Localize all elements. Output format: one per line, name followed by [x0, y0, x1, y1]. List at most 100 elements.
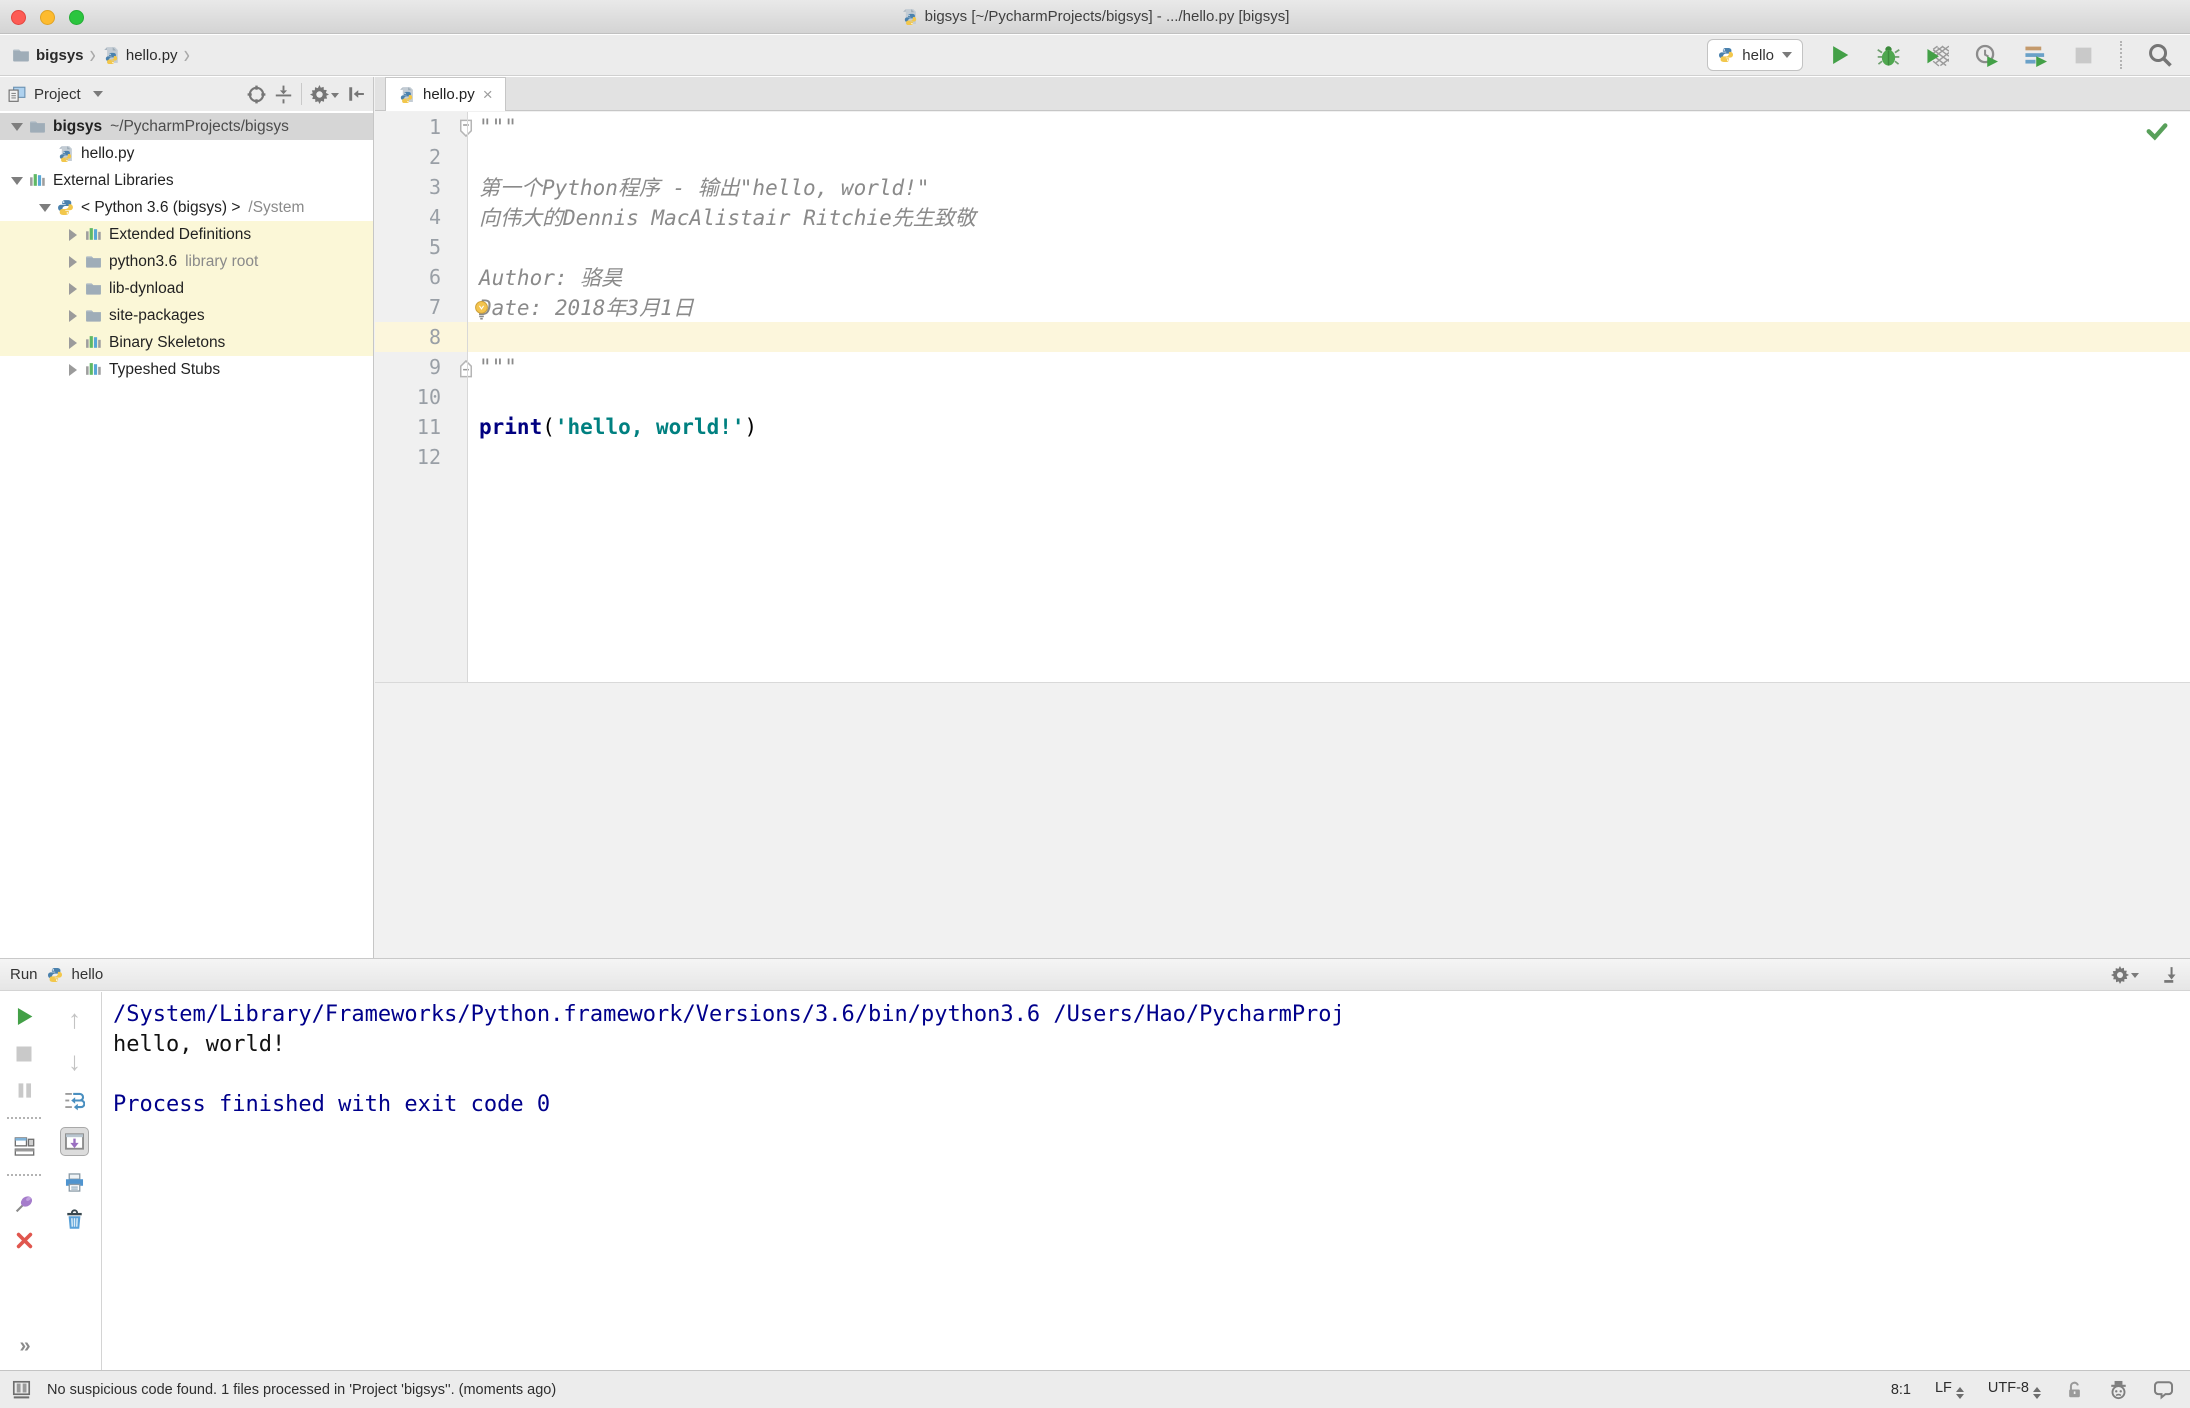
run-left-toolbar: »	[0, 992, 48, 1370]
expanded-arrow-icon[interactable]	[11, 122, 23, 131]
expanded-arrow-icon[interactable]	[11, 176, 23, 185]
intention-bulb-icon[interactable]	[473, 297, 490, 321]
next-occurrence-icon: ↓	[68, 1046, 81, 1076]
collapsed-arrow-icon[interactable]	[69, 363, 77, 376]
encoding-select[interactable]: UTF-8	[1988, 1380, 2041, 1399]
collapsed-arrow-icon[interactable]	[69, 309, 77, 322]
code-line: 3 第一个Python程序 - 输出"hello, world!"	[428, 175, 930, 200]
tree-item-external-libraries[interactable]: External Libraries	[0, 167, 373, 194]
fold-region-end-icon[interactable]	[459, 355, 473, 379]
code-line-current: 8	[375, 322, 2190, 352]
run-configuration-select[interactable]: hello	[1707, 39, 1803, 71]
locate-file-button[interactable]	[247, 84, 266, 104]
close-window-button[interactable]	[11, 10, 26, 25]
python-icon	[56, 199, 74, 216]
tree-item-hello-py[interactable]: hello.py	[0, 140, 373, 167]
restore-layout-button[interactable]	[14, 1136, 35, 1157]
tree-item-extended-definitions[interactable]: Extended Definitions	[0, 221, 373, 248]
tree-item-python-interpreter[interactable]: < Python 3.6 (bigsys) > /System	[0, 194, 373, 221]
tree-item-python36[interactable]: python3.6 library root	[0, 248, 373, 275]
close-tab-icon[interactable]: ×	[483, 85, 493, 105]
search-everywhere-button[interactable]	[2148, 43, 2172, 67]
caret-position[interactable]: 8:1	[1891, 1382, 1911, 1398]
code-line: 9 """	[428, 355, 517, 379]
zoom-window-button[interactable]	[69, 10, 84, 25]
project-view-icon	[8, 86, 26, 102]
tree-item-project-root[interactable]: bigsys ~/PycharmProjects/bigsys	[0, 113, 373, 140]
editor-empty-space	[375, 682, 2190, 958]
pycharm-window: bigsys [~/PycharmProjects/bigsys] - .../…	[0, 0, 2190, 1408]
code-editor[interactable]: 1 """ 2 3 第一个Python程序 - 输出"hello, world!"…	[375, 112, 2190, 682]
collapsed-arrow-icon[interactable]	[69, 282, 77, 295]
collapsed-arrow-icon[interactable]	[69, 228, 77, 241]
code-line: 6 Author: 骆昊	[428, 265, 623, 290]
breadcrumb-project[interactable]: bigsys	[36, 47, 84, 64]
tree-item-lib-dynload[interactable]: lib-dynload	[0, 275, 373, 302]
folder-icon	[84, 280, 102, 297]
hide-panel-button[interactable]	[2162, 965, 2180, 984]
breadcrumb-file[interactable]: hello.py	[126, 47, 178, 64]
hector-inspector-icon[interactable]	[2108, 1379, 2129, 1400]
rerun-button[interactable]	[14, 1006, 35, 1027]
collapsed-arrow-icon[interactable]	[69, 336, 77, 349]
chevron-down-icon	[1782, 52, 1792, 58]
tree-item-typeshed-stubs[interactable]: Typeshed Stubs	[0, 356, 373, 383]
folder-icon	[13, 49, 29, 62]
window-title-text: bigsys [~/PycharmProjects/bigsys] - .../…	[924, 8, 1290, 25]
print-button[interactable]	[64, 1172, 85, 1193]
main-area: Project bigsys ~/PycharmProjects/bigsys	[0, 77, 2190, 958]
collapsed-arrow-icon[interactable]	[69, 255, 77, 268]
minimize-window-button[interactable]	[40, 10, 55, 25]
run-button[interactable]	[1829, 44, 1851, 66]
libraries-icon	[84, 334, 102, 351]
debug-button[interactable]	[1877, 44, 1900, 67]
concurrency-diagram-button[interactable]	[2024, 44, 2047, 67]
run-tool-window: Run hello » ↑ ↓ /System/Library/Framewor…	[0, 958, 2190, 1370]
panel-settings-button[interactable]	[310, 84, 339, 104]
run-console-output[interactable]: /System/Library/Frameworks/Python.framew…	[103, 992, 2190, 1370]
close-panel-button[interactable]	[15, 1231, 34, 1250]
more-options-icon[interactable]: »	[19, 1335, 30, 1358]
run-panel-body: » ↑ ↓ /System/Library/Frameworks/Python.…	[0, 992, 2190, 1370]
clear-all-button[interactable]	[64, 1209, 85, 1230]
event-log-bubble-icon[interactable]	[2153, 1379, 2174, 1400]
code-line: 10	[416, 385, 441, 409]
chevron-right-icon: ›	[183, 40, 190, 70]
tab-hello-py[interactable]: hello.py ×	[385, 77, 506, 111]
stop-button	[14, 1044, 34, 1064]
collapse-all-button[interactable]	[274, 84, 293, 104]
run-with-coverage-button[interactable]	[1926, 44, 1949, 67]
expanded-arrow-icon[interactable]	[39, 203, 51, 212]
inspections-ok-icon[interactable]	[2146, 120, 2168, 142]
updown-arrows-icon	[1955, 1387, 1964, 1399]
scroll-to-end-button[interactable]	[60, 1127, 89, 1156]
run-panel-config-name: hello	[71, 966, 104, 983]
chevron-down-icon[interactable]	[92, 91, 103, 97]
profiler-button[interactable]	[1975, 44, 1998, 67]
toolbar-separator	[301, 83, 302, 105]
line-separator-select[interactable]: LF	[1935, 1380, 1964, 1399]
console-line: Process finished with exit code 0	[113, 1092, 551, 1117]
titlebar: bigsys [~/PycharmProjects/bigsys] - .../…	[0, 0, 2190, 34]
code-line: 1 """	[428, 115, 517, 139]
soft-wrap-button[interactable]	[64, 1090, 85, 1111]
breadcrumb: bigsys › hello.py ›	[0, 42, 190, 68]
unlock-icon[interactable]	[2065, 1380, 2084, 1399]
tree-item-site-packages[interactable]: site-packages	[0, 302, 373, 329]
code-line: 2	[428, 145, 441, 169]
stop-button	[2073, 45, 2094, 66]
pin-tab-button[interactable]	[14, 1193, 35, 1214]
run-panel-settings-button[interactable]	[2111, 965, 2139, 984]
python-icon	[47, 967, 62, 982]
folder-icon	[84, 307, 102, 324]
pause-output-button	[15, 1081, 34, 1100]
code-line: 5	[428, 235, 441, 259]
fold-region-start-icon[interactable]	[459, 115, 473, 139]
code-line: 4 向伟大的Dennis MacAlistair Ritchie先生致敬	[428, 205, 976, 230]
toggle-toolwindows-icon[interactable]	[12, 1380, 31, 1399]
hide-panel-button[interactable]	[347, 85, 365, 103]
window-controls	[11, 10, 84, 25]
python-icon	[1719, 48, 1734, 62]
tree-item-binary-skeletons[interactable]: Binary Skeletons	[0, 329, 373, 356]
